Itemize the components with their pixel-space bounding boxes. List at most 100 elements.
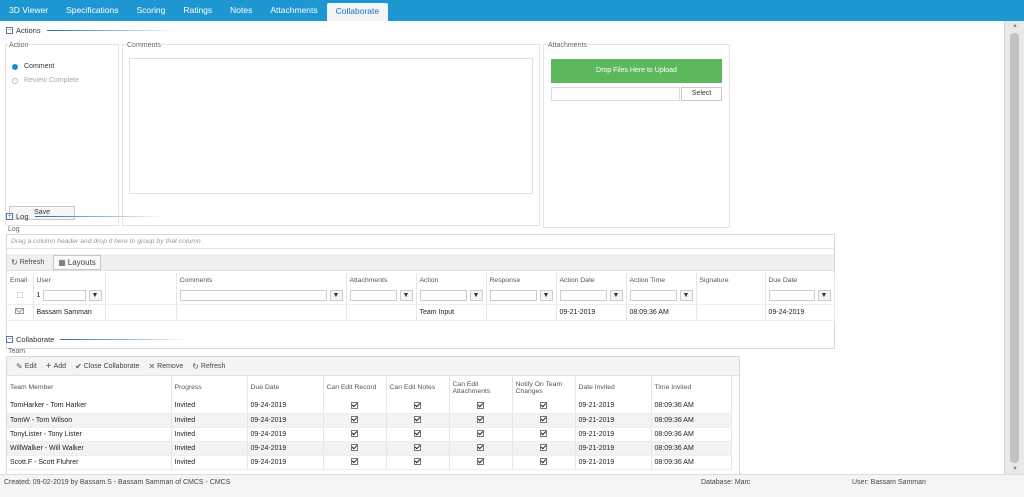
table-row[interactable]: TomW - Tom Wilson Invited 09-24-2019 09-21-…: [7, 413, 732, 428]
checkbox[interactable]: [477, 416, 484, 424]
filter-cell[interactable]: ⬚: [7, 287, 34, 305]
filter-input[interactable]: [768, 289, 815, 301]
checkbox[interactable]: [477, 458, 484, 466]
checkbox[interactable]: [540, 402, 547, 410]
scroll-thumb[interactable]: [1010, 33, 1019, 463]
log-column-header[interactable]: Comments: [176, 273, 347, 287]
table-row[interactable]: Scott.F - Scott Fluhrer Invited 09-24-2019…: [7, 455, 732, 470]
log-refresh-button[interactable]: ↻ Refresh: [11, 258, 44, 267]
tab-collaborate[interactable]: Collaborate: [326, 3, 389, 21]
filter-icon[interactable]: ▼: [469, 289, 483, 301]
checkbox[interactable]: [351, 430, 358, 438]
checkbox[interactable]: [414, 430, 421, 438]
log-header-row: Email User Comments Attachments Action Respon…: [7, 273, 835, 287]
add-button[interactable]: + Add: [46, 361, 66, 372]
checkbox[interactable]: [351, 416, 358, 424]
team-column-header[interactable]: Date Invited: [575, 376, 652, 399]
select-button[interactable]: Select: [681, 87, 722, 101]
log-column-header[interactable]: User: [33, 273, 106, 287]
collapse-icon[interactable]: −: [6, 212, 13, 220]
log-section-header[interactable]: − Log: [6, 210, 165, 222]
filter-input[interactable]: [489, 289, 537, 301]
table-row[interactable]: WillWalker - Will Walker Invited 09-24-201…: [7, 441, 732, 456]
filter-icon[interactable]: ▼: [539, 289, 553, 301]
filter-icon[interactable]: ▼: [88, 289, 102, 301]
radio-unselected-icon[interactable]: [12, 77, 18, 84]
filter-icon[interactable]: ▼: [399, 289, 413, 301]
filter-input[interactable]: [349, 289, 397, 301]
group-drop-area[interactable]: Drag a column header and drop it here to…: [7, 235, 834, 249]
log-column-header[interactable]: Email: [7, 273, 34, 287]
team-column-header[interactable]: Time Invited: [651, 376, 732, 399]
team-column-header[interactable]: Team Member: [7, 376, 172, 399]
checkbox[interactable]: [414, 458, 421, 466]
filter-input[interactable]: [179, 289, 327, 301]
filter-input[interactable]: [43, 289, 86, 301]
team-column-header[interactable]: Can Edit Attachments: [449, 376, 513, 399]
team-column-header[interactable]: Progress: [171, 376, 248, 399]
log-column-header[interactable]: Action: [416, 273, 487, 287]
log-column-header[interactable]: Due Date: [765, 273, 835, 287]
radio-comment[interactable]: Comment: [12, 63, 54, 70]
team-refresh-button[interactable]: ↻ Refresh: [192, 362, 225, 371]
vertical-scrollbar[interactable]: ▲ ▼: [1004, 21, 1024, 474]
tab-notes[interactable]: Notes: [221, 0, 261, 21]
team-column-header[interactable]: Notify On Team Changes: [512, 376, 576, 399]
checkbox[interactable]: [540, 416, 547, 424]
checkbox[interactable]: [477, 430, 484, 438]
tab-specifications[interactable]: Specifications: [57, 0, 127, 21]
comments-textarea[interactable]: [129, 58, 533, 194]
checkbox[interactable]: [351, 458, 358, 466]
actions-section-header[interactable]: − Actions: [6, 24, 177, 36]
log-column-header[interactable]: Signature: [696, 273, 766, 287]
table-row[interactable]: Bassam Samman Team Input 09-21-2019 08:0…: [7, 304, 835, 321]
checkbox[interactable]: [414, 416, 421, 424]
checkbox[interactable]: [540, 458, 547, 466]
filter-icon[interactable]: ▼: [329, 289, 343, 301]
collapse-icon[interactable]: −: [6, 335, 13, 343]
filter-icon[interactable]: ▼: [609, 289, 623, 301]
filter-input[interactable]: [559, 289, 607, 301]
drop-files-zone[interactable]: Drop Files Here to Upload: [551, 59, 722, 83]
filter-input[interactable]: [419, 289, 467, 301]
checkbox[interactable]: [351, 402, 358, 410]
team-column-header[interactable]: Can Edit Notes: [386, 376, 450, 399]
tab-ratings[interactable]: Ratings: [174, 0, 221, 21]
team-column-header[interactable]: Can Edit Record: [323, 376, 387, 399]
filter-icon[interactable]: ▼: [679, 289, 693, 301]
collapse-icon[interactable]: −: [6, 26, 13, 34]
checkbox[interactable]: [540, 430, 547, 438]
tab-3d-viewer[interactable]: 3D Viewer: [0, 0, 57, 21]
checkbox[interactable]: [351, 444, 358, 452]
scroll-up-icon[interactable]: ▲: [1005, 21, 1024, 31]
email-cell[interactable]: [7, 304, 34, 321]
log-column-header[interactable]: Response: [486, 273, 557, 287]
table-row[interactable]: TonyLister - Tony Lister Invited 09-24-201…: [7, 427, 732, 442]
collaborate-section-header[interactable]: − Collaborate: [6, 333, 191, 345]
radio-selected-icon[interactable]: [12, 63, 18, 70]
checkbox[interactable]: [477, 444, 484, 452]
checkbox[interactable]: [477, 402, 484, 410]
layouts-button[interactable]: ▦ Layouts: [53, 254, 101, 270]
file-name-field[interactable]: [551, 87, 680, 101]
log-column-header[interactable]: Action Time: [626, 273, 697, 287]
checkbox[interactable]: [414, 402, 421, 410]
filter-icon[interactable]: ▼: [817, 289, 831, 301]
mail-icon[interactable]: [15, 308, 25, 314]
radio-review-complete[interactable]: Review Complete: [12, 77, 79, 84]
log-column-header[interactable]: Action Date: [556, 273, 627, 287]
table-row[interactable]: TomHarker - Tom Harker Invited 09-24-2019 0…: [7, 399, 732, 414]
log-column-header[interactable]: Attachments: [346, 273, 417, 287]
team-column-header[interactable]: Due Date: [247, 376, 324, 399]
edit-button[interactable]: ✎ Edit: [16, 362, 37, 371]
checkbox[interactable]: [540, 444, 547, 452]
select-icon[interactable]: ⬚: [16, 292, 23, 299]
close-collaborate-button[interactable]: ✔ Close Collaborate: [75, 362, 139, 371]
checkbox[interactable]: [414, 444, 421, 452]
tab-attachments[interactable]: Attachments: [261, 0, 326, 21]
filter-input[interactable]: [629, 289, 677, 301]
tab-scoring[interactable]: Scoring: [128, 0, 175, 21]
remove-button[interactable]: ✕ Remove: [148, 362, 183, 371]
log-column-header[interactable]: [105, 273, 177, 287]
scroll-down-icon[interactable]: ▼: [1005, 464, 1024, 474]
